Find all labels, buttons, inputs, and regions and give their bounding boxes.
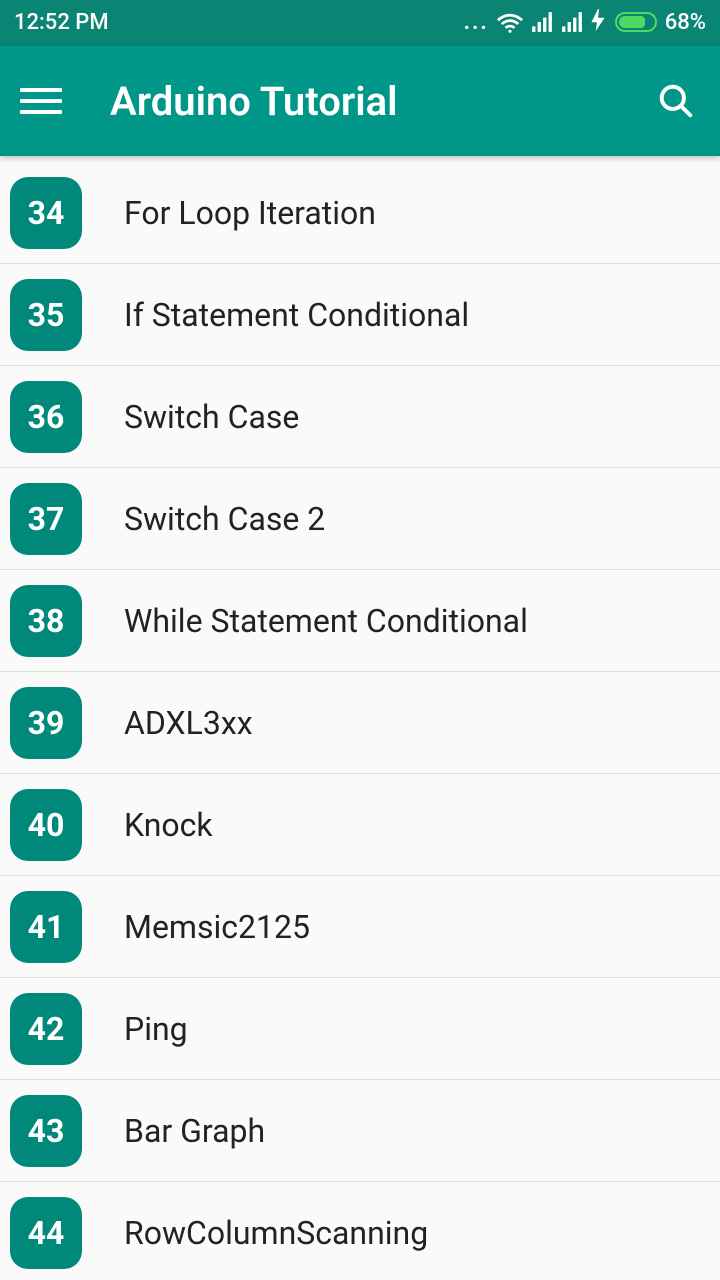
list-item[interactable]: 41 Memsic2125	[0, 876, 720, 978]
item-number-badge: 34	[10, 177, 82, 249]
charging-icon	[591, 9, 605, 36]
list-item[interactable]: 35 If Statement Conditional	[0, 264, 720, 366]
item-label: Switch Case 2	[124, 500, 325, 538]
list-item[interactable]: 42 Ping	[0, 978, 720, 1080]
tutorial-list: 34 For Loop Iteration 35 If Statement Co…	[0, 162, 720, 1280]
more-dots-icon: ...	[464, 10, 489, 35]
item-label: RowColumnScanning	[124, 1214, 428, 1252]
item-label: While Statement Conditional	[124, 602, 528, 640]
battery-icon	[615, 12, 657, 32]
item-number-badge: 42	[10, 993, 82, 1065]
app-bar: Arduino Tutorial	[0, 44, 720, 156]
list-item[interactable]: 43 Bar Graph	[0, 1080, 720, 1182]
list-item[interactable]: 38 While Statement Conditional	[0, 570, 720, 672]
item-number-badge: 44	[10, 1197, 82, 1269]
battery-percentage: 68%	[665, 10, 706, 35]
item-label: Knock	[124, 806, 213, 844]
item-label: If Statement Conditional	[124, 296, 469, 334]
item-number-badge: 39	[10, 687, 82, 759]
item-number-badge: 40	[10, 789, 82, 861]
signal-icon-2	[561, 12, 583, 32]
page-title: Arduino Tutorial	[110, 78, 652, 125]
item-number-badge: 38	[10, 585, 82, 657]
search-icon[interactable]	[652, 77, 700, 125]
item-label: Ping	[124, 1010, 188, 1048]
item-number-badge: 36	[10, 381, 82, 453]
menu-icon[interactable]	[20, 80, 62, 122]
wifi-icon	[497, 11, 523, 33]
list-item[interactable]: 39 ADXL3xx	[0, 672, 720, 774]
list-item[interactable]: 34 For Loop Iteration	[0, 162, 720, 264]
list-item[interactable]: 40 Knock	[0, 774, 720, 876]
item-number-badge: 35	[10, 279, 82, 351]
item-label: For Loop Iteration	[124, 194, 376, 232]
signal-icon-1	[531, 12, 553, 32]
list-item[interactable]: 36 Switch Case	[0, 366, 720, 468]
item-label: Bar Graph	[124, 1112, 265, 1150]
item-number-badge: 41	[10, 891, 82, 963]
status-bar: 12:52 PM ... 68%	[0, 0, 720, 44]
status-time: 12:52 PM	[14, 10, 109, 35]
item-label: ADXL3xx	[124, 704, 253, 742]
item-label: Switch Case	[124, 398, 299, 436]
list-item[interactable]: 37 Switch Case 2	[0, 468, 720, 570]
item-number-badge: 43	[10, 1095, 82, 1167]
item-label: Memsic2125	[124, 908, 310, 946]
item-number-badge: 37	[10, 483, 82, 555]
list-item[interactable]: 44 RowColumnScanning	[0, 1182, 720, 1280]
